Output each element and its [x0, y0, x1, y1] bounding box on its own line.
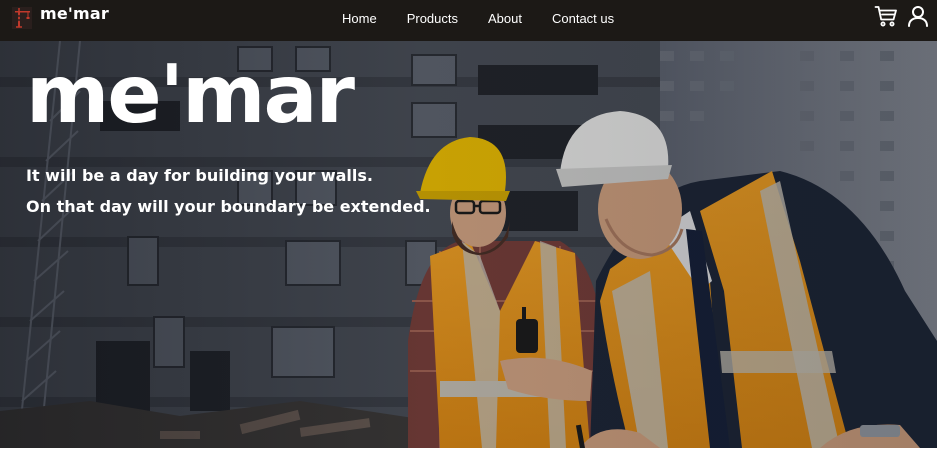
user-icon[interactable] [906, 4, 930, 28]
brand[interactable]: me'mar [12, 3, 109, 31]
nav-link-about[interactable]: About [488, 11, 522, 26]
hero-tagline-line-1: It will be a day for building your walls… [26, 166, 373, 185]
brand-name: me'mar [40, 3, 109, 23]
nav-link-products[interactable]: Products [407, 11, 458, 26]
page-frame: me'mar Home Products About Contact us me… [0, 0, 937, 448]
nav-link-contact[interactable]: Contact us [552, 11, 614, 26]
hero-banner: me'mar It will be a day for building you… [0, 41, 937, 448]
hero-title: me'mar [26, 48, 355, 141]
cart-icon[interactable] [874, 4, 898, 28]
nav-link-home[interactable]: Home [342, 11, 377, 26]
tower-crane-logo-icon [12, 7, 32, 29]
nav-icons [874, 4, 930, 28]
main-nav: Home Products About Contact us [342, 11, 644, 26]
top-navbar: me'mar Home Products About Contact us [0, 0, 937, 41]
hero-tagline-line-2: On that day will your boundary be extend… [26, 197, 431, 216]
